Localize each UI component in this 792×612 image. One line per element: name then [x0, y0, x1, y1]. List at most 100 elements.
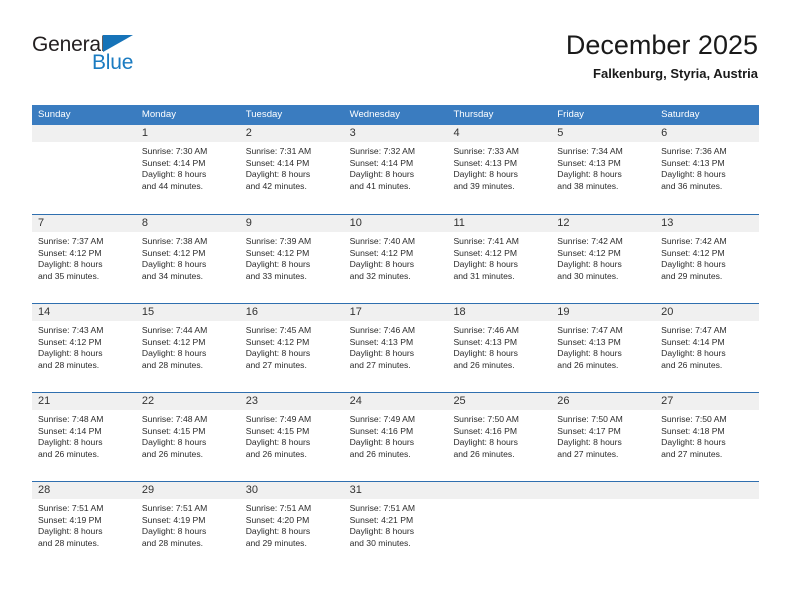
day-number: 31 — [349, 484, 362, 496]
day-number: 29 — [141, 484, 155, 496]
sunset-text: Sunset: 4:16 PM — [349, 425, 414, 436]
day-cell-7[interactable]: 7 Sunrise: 7:37 AM Sunset: 4:12 PM Daylight… — [32, 215, 136, 303]
day-cell-3[interactable]: 3 Sunrise: 7:32 AM Sunset: 4:14 PM Daylight… — [343, 125, 448, 214]
daylight-text-line1: Daylight: 8 hours — [245, 169, 311, 180]
day-cell-empty — [551, 482, 656, 570]
day-cell-19[interactable]: 19 Sunrise: 7:47 AM Sunset: 4:13 PM Dayligh… — [551, 304, 656, 392]
day-details: Sunrise: 7:47 AM Sunset: 4:13 PM Daylight:… — [551, 321, 655, 371]
day-cell-13[interactable]: 13 Sunrise: 7:42 AM Sunset: 4:12 PM Dayligh… — [655, 215, 760, 303]
day-cell-26[interactable]: 26 Sunrise: 7:50 AM Sunset: 4:17 PM Dayligh… — [551, 393, 656, 481]
day-cell-30[interactable]: 30 Sunrise: 7:51 AM Sunset: 4:20 PM Dayligh… — [239, 482, 344, 570]
daylight-text-line1: Daylight: 8 hours — [141, 437, 207, 448]
sunset-text: Sunset: 4:13 PM — [661, 157, 725, 168]
day-details: Sunrise: 7:48 AM Sunset: 4:15 PM Daylight:… — [136, 410, 240, 460]
day-number: 3 — [349, 127, 356, 139]
day-details: Sunrise: 7:51 AM Sunset: 4:19 PM Daylight:… — [136, 499, 240, 549]
daylight-text-line2: and 42 minutes. — [245, 180, 307, 191]
day-number-band — [551, 482, 656, 499]
daylight-text-line1: Daylight: 8 hours — [38, 526, 103, 537]
day-cell-1[interactable]: 1 Sunrise: 7:30 AM Sunset: 4:14 PM Daylight… — [135, 125, 240, 214]
daylight-text-line1: Daylight: 8 hours — [661, 348, 726, 359]
sunrise-text: Sunrise: 7:51 AM — [38, 503, 104, 513]
day-cell-6[interactable]: 6 Sunrise: 7:36 AM Sunset: 4:13 PM Daylight… — [655, 125, 760, 214]
day-number: 4 — [453, 127, 460, 139]
day-cell-21[interactable]: 21 Sunrise: 7:48 AM Sunset: 4:14 PM Dayligh… — [32, 393, 136, 481]
day-cell-10[interactable]: 10 Sunrise: 7:40 AM Sunset: 4:12 PM Dayligh… — [343, 215, 448, 303]
day-number-band — [32, 125, 136, 142]
day-details: Sunrise: 7:47 AM Sunset: 4:14 PM Daylight:… — [655, 321, 759, 371]
daylight-text-line2: and 32 minutes. — [349, 270, 411, 281]
daylight-text-line2: and 26 minutes. — [245, 448, 307, 459]
weekday-header-wednesday: Wednesday — [349, 109, 401, 120]
day-cell-14[interactable]: 14 Sunrise: 7:43 AM Sunset: 4:12 PM Dayligh… — [32, 304, 136, 392]
day-cell-18[interactable]: 18 Sunrise: 7:46 AM Sunset: 4:13 PM Dayligh… — [447, 304, 552, 392]
day-number-band: 31 — [343, 482, 448, 499]
sunset-text: Sunset: 4:12 PM — [245, 247, 310, 258]
sunrise-text: Sunrise: 7:33 AM — [453, 146, 519, 156]
sunrise-text: Sunrise: 7:47 AM — [557, 325, 623, 335]
day-cell-16[interactable]: 16 Sunrise: 7:45 AM Sunset: 4:12 PM Dayligh… — [239, 304, 344, 392]
day-cell-12[interactable]: 12 Sunrise: 7:42 AM Sunset: 4:12 PM Dayligh… — [551, 215, 656, 303]
sunrise-text: Sunrise: 7:45 AM — [245, 325, 312, 335]
day-cell-22[interactable]: 22 Sunrise: 7:48 AM Sunset: 4:15 PM Dayligh… — [135, 393, 240, 481]
day-cell-24[interactable]: 24 Sunrise: 7:49 AM Sunset: 4:16 PM Dayligh… — [343, 393, 448, 481]
day-number: 20 — [661, 306, 674, 318]
sunrise-text: Sunrise: 7:44 AM — [141, 325, 208, 335]
daylight-text-line2: and 26 minutes. — [38, 448, 100, 459]
day-details: Sunrise: 7:32 AM Sunset: 4:14 PM Daylight:… — [344, 142, 448, 192]
sunset-text: Sunset: 4:15 PM — [245, 425, 310, 436]
daylight-text-line1: Daylight: 8 hours — [661, 437, 726, 448]
day-details: Sunrise: 7:43 AM Sunset: 4:12 PM Daylight:… — [32, 321, 136, 371]
calendar-page: General Blue December 2025 Falkenburg, S… — [0, 0, 792, 612]
day-number: 8 — [141, 217, 148, 229]
daylight-text-line2: and 26 minutes. — [557, 359, 619, 370]
daylight-text-line2: and 41 minutes. — [349, 180, 411, 191]
weekday-header-saturday: Saturday — [661, 109, 700, 120]
sunset-text: Sunset: 4:20 PM — [245, 514, 310, 525]
day-number-band: 15 — [135, 304, 240, 321]
day-cell-31[interactable]: 31 Sunrise: 7:51 AM Sunset: 4:21 PM Dayligh… — [343, 482, 448, 570]
daylight-text-line2: and 35 minutes. — [38, 270, 100, 281]
day-cell-2[interactable]: 2 Sunrise: 7:31 AM Sunset: 4:14 PM Daylight… — [239, 125, 344, 214]
general-blue-logo[interactable]: General Blue — [32, 30, 212, 90]
day-cell-9[interactable]: 9 Sunrise: 7:39 AM Sunset: 4:12 PM Daylight… — [239, 215, 344, 303]
day-number-band: 29 — [135, 482, 240, 499]
day-cell-empty — [32, 125, 136, 214]
day-number-band: 28 — [32, 482, 136, 499]
daylight-text-line1: Daylight: 8 hours — [557, 169, 622, 180]
sunrise-text: Sunrise: 7:50 AM — [453, 414, 519, 424]
day-cell-4[interactable]: 4 Sunrise: 7:33 AM Sunset: 4:13 PM Daylight… — [447, 125, 552, 214]
week-row: 28 Sunrise: 7:51 AM Sunset: 4:19 PM Dayligh… — [32, 481, 760, 570]
day-cell-28[interactable]: 28 Sunrise: 7:51 AM Sunset: 4:19 PM Dayligh… — [32, 482, 136, 570]
day-number-band: 1 — [135, 125, 240, 142]
daylight-text-line1: Daylight: 8 hours — [557, 348, 622, 359]
daylight-text-line1: Daylight: 8 hours — [245, 259, 311, 270]
sunset-text: Sunset: 4:19 PM — [38, 514, 102, 525]
day-details: Sunrise: 7:44 AM Sunset: 4:12 PM Daylight:… — [136, 321, 240, 371]
day-number: 24 — [349, 395, 362, 407]
day-cell-29[interactable]: 29 Sunrise: 7:51 AM Sunset: 4:19 PM Dayligh… — [135, 482, 240, 570]
day-cell-11[interactable]: 11 Sunrise: 7:41 AM Sunset: 4:12 PM Dayligh… — [447, 215, 552, 303]
day-cell-25[interactable]: 25 Sunrise: 7:50 AM Sunset: 4:16 PM Dayligh… — [447, 393, 552, 481]
day-number: 10 — [349, 217, 362, 229]
daylight-text-line2: and 26 minutes. — [661, 359, 723, 370]
day-details: Sunrise: 7:34 AM Sunset: 4:13 PM Daylight:… — [551, 142, 655, 192]
day-number: 30 — [245, 484, 258, 496]
sunrise-text: Sunrise: 7:49 AM — [349, 414, 416, 424]
sunset-text: Sunset: 4:18 PM — [661, 425, 725, 436]
day-cell-5[interactable]: 5 Sunrise: 7:34 AM Sunset: 4:13 PM Daylight… — [551, 125, 656, 214]
day-cell-8[interactable]: 8 Sunrise: 7:38 AM Sunset: 4:12 PM Daylight… — [135, 215, 240, 303]
day-number-band: 17 — [343, 304, 448, 321]
sunrise-text: Sunrise: 7:31 AM — [245, 146, 312, 156]
day-details: Sunrise: 7:41 AM Sunset: 4:12 PM Daylight:… — [447, 232, 551, 282]
day-number-band: 11 — [447, 215, 552, 232]
day-cell-27[interactable]: 27 Sunrise: 7:50 AM Sunset: 4:18 PM Dayligh… — [655, 393, 760, 481]
daylight-text-line1: Daylight: 8 hours — [141, 259, 207, 270]
sunset-text: Sunset: 4:12 PM — [453, 247, 517, 258]
day-cell-23[interactable]: 23 Sunrise: 7:49 AM Sunset: 4:15 PM Dayligh… — [239, 393, 344, 481]
day-number: 19 — [557, 306, 570, 318]
day-details: Sunrise: 7:49 AM Sunset: 4:15 PM Daylight:… — [240, 410, 344, 460]
day-cell-20[interactable]: 20 Sunrise: 7:47 AM Sunset: 4:14 PM Dayligh… — [655, 304, 760, 392]
day-cell-17[interactable]: 17 Sunrise: 7:46 AM Sunset: 4:13 PM Dayligh… — [343, 304, 448, 392]
day-cell-15[interactable]: 15 Sunrise: 7:44 AM Sunset: 4:12 PM Dayligh… — [135, 304, 240, 392]
